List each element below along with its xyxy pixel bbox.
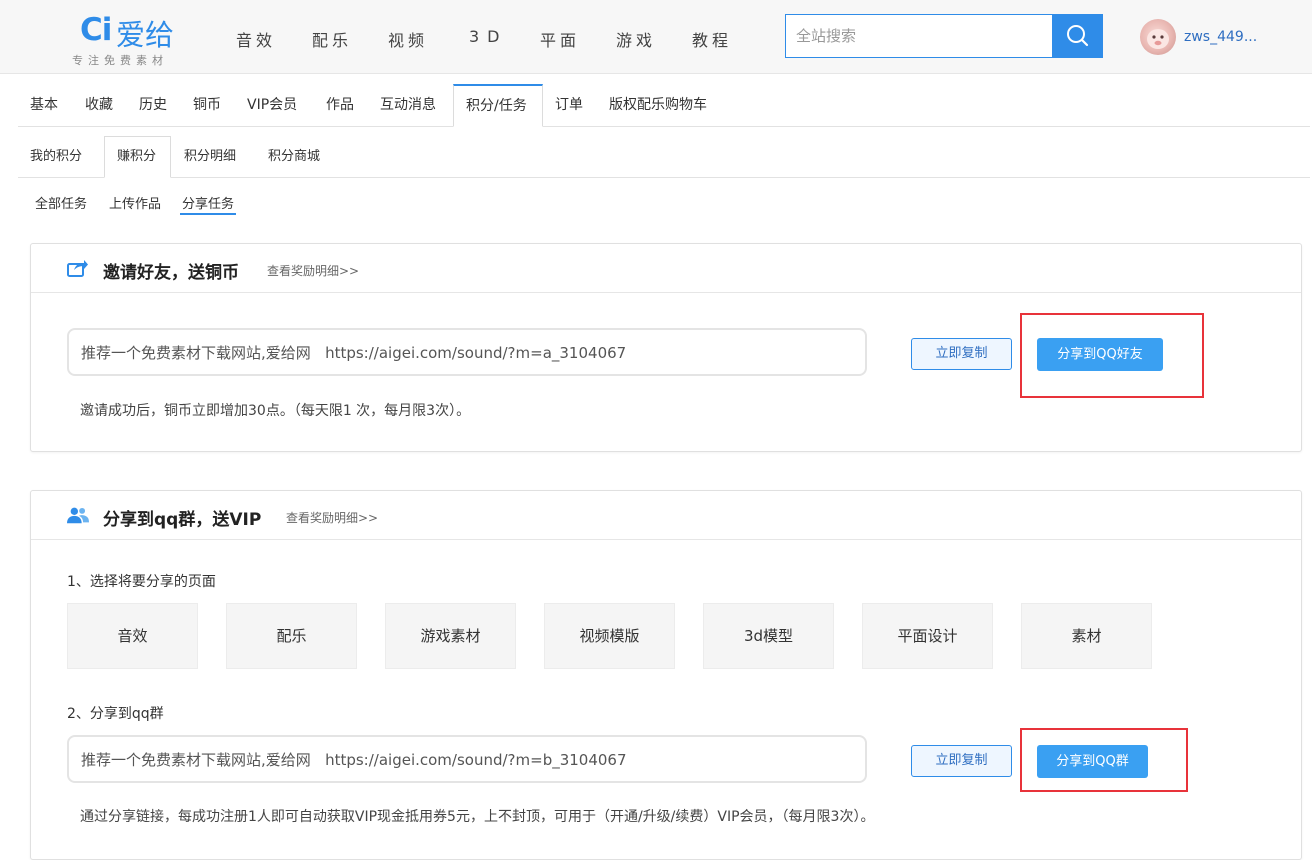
tab-all-tasks[interactable]: 全部任务 — [35, 193, 87, 215]
top-header: Ci 爱给 专注免费素材 音效 配乐 视频 3D 平面 游戏 教程 zws_44… — [0, 0, 1312, 74]
logo-name: 爱给 — [116, 18, 175, 52]
tab-upload-works[interactable]: 上传作品 — [109, 193, 161, 215]
invite-link-input[interactable] — [69, 330, 865, 374]
tab-vip[interactable]: VIP会员 — [235, 84, 309, 127]
nav-item-graphic[interactable]: 平面 — [540, 27, 580, 51]
tab-messages[interactable]: 互动消息 — [368, 84, 448, 127]
tab-earn-points[interactable]: 赚积分 — [104, 136, 171, 178]
tab-basic[interactable]: 基本 — [18, 84, 70, 127]
avatar-image-icon — [1147, 29, 1169, 49]
page-option-game-assets[interactable]: 游戏素材 — [385, 603, 516, 669]
page-option-assets[interactable]: 素材 — [1021, 603, 1152, 669]
group-reward-note: 通过分享链接，每成功注册1人即可自动获取VIP现金抵用券5元，上不封顶，可用于（… — [80, 809, 875, 825]
users-icon — [67, 507, 89, 524]
share-icon — [67, 260, 88, 277]
panel-title: 分享到qq群，送VIP — [103, 510, 262, 530]
search-button[interactable] — [1053, 14, 1103, 58]
panel-title: 邀请好友，送铜币 — [103, 263, 239, 283]
nav-item-sound[interactable]: 音效 — [236, 27, 276, 51]
page-option-video-templates[interactable]: 视频模版 — [544, 603, 675, 669]
nav-item-tutorial[interactable]: 教程 — [692, 27, 732, 51]
page-option-music[interactable]: 配乐 — [226, 603, 357, 669]
copy-link-button[interactable]: 立即复制 — [911, 338, 1012, 370]
highlight-box — [1020, 728, 1188, 792]
tab-share-tasks[interactable]: 分享任务 — [180, 193, 237, 215]
reward-detail-link[interactable]: 查看奖励明细>> — [267, 262, 359, 279]
group-link-field — [67, 735, 867, 783]
reward-detail-link[interactable]: 查看奖励明细>> — [286, 509, 378, 526]
search-box — [785, 14, 1053, 58]
search-icon — [1067, 25, 1089, 47]
tab-my-points[interactable]: 我的积分 — [18, 136, 94, 178]
logo-slogan: 专注免费素材 — [72, 54, 168, 67]
tab-coins[interactable]: 铜币 — [181, 84, 233, 127]
search-input[interactable] — [786, 15, 1052, 57]
logo-mark: Ci — [80, 12, 112, 48]
nav-item-music[interactable]: 配乐 — [312, 27, 352, 51]
nav-item-3d[interactable]: 3D — [469, 27, 508, 46]
panel-header: 分享到qq群，送VIP 查看奖励明细>> — [31, 491, 1301, 540]
tab-orders[interactable]: 订单 — [543, 84, 595, 127]
page-option-sound[interactable]: 音效 — [67, 603, 198, 669]
points-tabs: 我的积分 赚积分 积分明细 积分商城 — [18, 136, 1310, 178]
site-logo[interactable]: Ci 爱给 专注免费素材 — [72, 12, 202, 70]
share-qq-group-panel: 分享到qq群，送VIP 查看奖励明细>> 1、选择将要分享的页面 音效 配乐 游… — [30, 490, 1302, 860]
group-link-input[interactable] — [69, 737, 865, 781]
step-select-page: 1、选择将要分享的页面 — [67, 574, 216, 590]
nav-item-video[interactable]: 视频 — [388, 27, 428, 51]
username[interactable]: zws_449... — [1184, 29, 1257, 45]
highlight-box — [1020, 313, 1204, 398]
invite-link-field — [67, 328, 867, 376]
tab-points-detail[interactable]: 积分明细 — [172, 136, 248, 178]
tab-music-cart[interactable]: 版权配乐购物车 — [597, 84, 719, 127]
panel-header: 邀请好友，送铜币 查看奖励明细>> — [31, 244, 1301, 293]
tab-history[interactable]: 历史 — [127, 84, 179, 127]
page-option-graphic-design[interactable]: 平面设计 — [862, 603, 993, 669]
step-share-group: 2、分享到qq群 — [67, 706, 164, 722]
page-option-3d-models[interactable]: 3d模型 — [703, 603, 834, 669]
tab-points-mall[interactable]: 积分商城 — [256, 136, 332, 178]
nav-item-game[interactable]: 游戏 — [616, 27, 656, 51]
invite-reward-note: 邀请成功后，铜币立即增加30点。（每天限1 次，每月限3次）。 — [80, 403, 471, 419]
avatar[interactable] — [1140, 19, 1176, 55]
invite-friends-panel: 邀请好友，送铜币 查看奖励明细>> 立即复制 分享到QQ好友 邀请成功后，铜币立… — [30, 243, 1302, 452]
tab-favorites[interactable]: 收藏 — [73, 84, 125, 127]
copy-link-button[interactable]: 立即复制 — [911, 745, 1012, 777]
tab-points-tasks[interactable]: 积分/任务 — [453, 84, 543, 127]
account-tabs: 基本 收藏 历史 铜币 VIP会员 作品 互动消息 积分/任务 订单 版权配乐购… — [18, 84, 1310, 127]
tab-works[interactable]: 作品 — [314, 84, 366, 127]
